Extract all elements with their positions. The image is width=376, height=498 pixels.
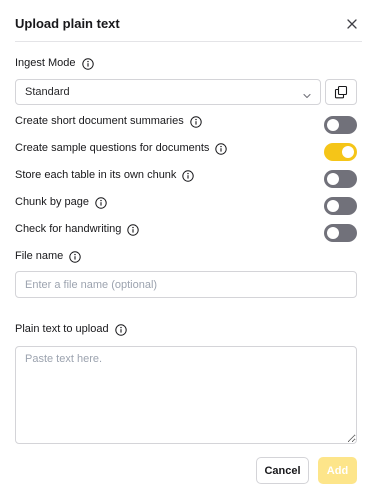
toggle-tables[interactable] (324, 170, 357, 188)
info-icon[interactable] (215, 142, 228, 155)
option-row-sample-questions: Create sample questions for documents (15, 140, 228, 156)
toggle-sample-questions[interactable] (324, 143, 357, 161)
cancel-button[interactable]: Cancel (256, 457, 309, 484)
copy-icon (334, 85, 348, 99)
info-icon[interactable] (95, 196, 107, 209)
toggle-chunk-by-page[interactable] (324, 197, 357, 215)
file-name-label-row: File name (15, 248, 81, 264)
toggle-handwriting[interactable] (324, 224, 357, 242)
option-label: Create sample questions for documents (15, 142, 210, 154)
option-label: Chunk by page (15, 196, 89, 208)
option-label: Check for handwriting (15, 223, 122, 235)
copy-button[interactable] (325, 79, 357, 105)
upload-plain-text-dialog: Upload plain text Ingest Mode Standard C… (0, 0, 376, 498)
add-button[interactable]: Add (318, 457, 357, 484)
toggle-summaries[interactable] (324, 116, 357, 134)
file-name-input[interactable] (15, 271, 357, 298)
info-icon[interactable] (114, 323, 127, 336)
toggle-knob (342, 146, 354, 158)
option-row-chunk-by-page: Chunk by page (15, 194, 107, 210)
info-icon[interactable] (81, 57, 94, 70)
ingest-mode-select[interactable]: Standard (15, 79, 321, 105)
option-row-handwriting: Check for handwriting (15, 221, 140, 237)
option-label: Store each table in its own chunk (15, 169, 177, 181)
plain-text-label-row: Plain text to upload (15, 321, 127, 337)
toggle-knob (327, 227, 339, 239)
toggle-knob (327, 200, 339, 212)
plain-text-label: Plain text to upload (15, 323, 109, 335)
close-icon[interactable] (344, 16, 360, 32)
info-icon[interactable] (127, 223, 140, 236)
ingest-mode-value: Standard (25, 86, 70, 98)
plain-text-textarea[interactable] (15, 346, 357, 444)
toggle-knob (327, 173, 339, 185)
option-row-tables: Store each table in its own chunk (15, 167, 195, 183)
ingest-mode-label-row: Ingest Mode (15, 55, 94, 71)
dialog-header: Upload plain text (15, 14, 362, 42)
file-name-label: File name (15, 250, 64, 262)
ingest-mode-label: Ingest Mode (15, 57, 76, 69)
option-label: Create short document summaries (15, 115, 184, 127)
dialog-title: Upload plain text (15, 16, 120, 31)
option-row-summaries: Create short document summaries (15, 113, 202, 129)
toggle-knob (327, 119, 339, 131)
info-icon[interactable] (69, 250, 81, 263)
chevron-down-icon (302, 88, 312, 99)
info-icon[interactable] (190, 115, 202, 128)
info-icon[interactable] (182, 169, 195, 182)
